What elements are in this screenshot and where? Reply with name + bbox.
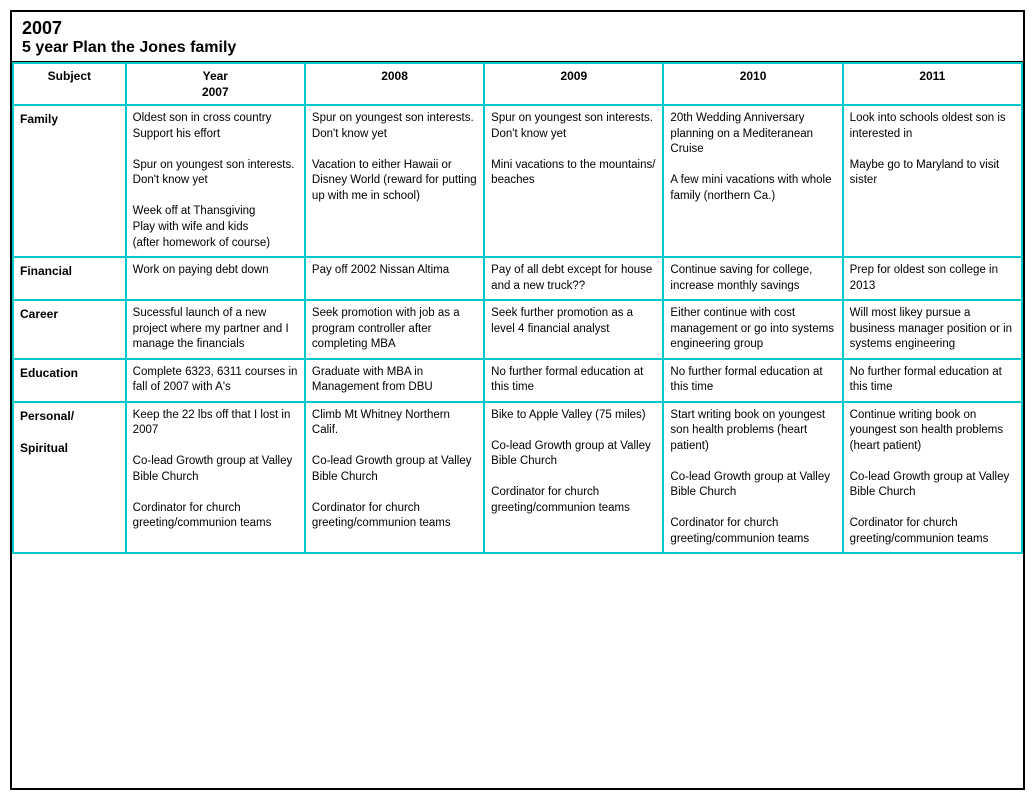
cell-row0-col0: Oldest son in cross country Support his …: [126, 105, 305, 257]
year-label-2007: Year2007: [202, 69, 229, 99]
subject-label: Subject: [48, 69, 91, 83]
cell-row3-col0: Complete 6323, 6311 courses in fall of 2…: [126, 359, 305, 402]
page-subtitle: 5 year Plan the Jones family: [22, 39, 1013, 57]
cell-row0-col4: Look into schools oldest son is interest…: [843, 105, 1022, 257]
subject-cell-2: Career: [13, 300, 126, 359]
cell-row0-col3: 20th Wedding Anniversary planning on a M…: [663, 105, 842, 257]
cell-row4-col2: Bike to Apple Valley (75 miles) Co-lead …: [484, 402, 663, 554]
cell-row2-col1: Seek promotion with job as a program con…: [305, 300, 484, 359]
page-container: 2007 5 year Plan the Jones family Subjec…: [10, 10, 1025, 790]
cell-row1-col0: Work on paying debt down: [126, 257, 305, 300]
year-header-2011: 2011: [843, 63, 1022, 105]
cell-row3-col1: Graduate with MBA in Management from DBU: [305, 359, 484, 402]
table-row: EducationComplete 6323, 6311 courses in …: [13, 359, 1022, 402]
cell-row3-col3: No further formal education at this time: [663, 359, 842, 402]
cell-row3-col2: No further formal education at this time: [484, 359, 663, 402]
year-label-2011: 2011: [919, 69, 945, 83]
subject-header: Subject: [13, 63, 126, 105]
plan-table: Subject Year2007 2008 2009 2010 2011: [12, 62, 1023, 554]
year-header-2008: 2008: [305, 63, 484, 105]
cell-row1-col4: Prep for oldest son college in 2013: [843, 257, 1022, 300]
year-label-2010: 2010: [740, 69, 767, 83]
cell-row4-col3: Start writing book on youngest son healt…: [663, 402, 842, 554]
year-label-2008: 2008: [381, 69, 408, 83]
cell-row1-col2: Pay of all debt except for house and a n…: [484, 257, 663, 300]
cell-row4-col4: Continue writing book on youngest son he…: [843, 402, 1022, 554]
cell-row0-col2: Spur on youngest son interests. Don't kn…: [484, 105, 663, 257]
cell-row4-col0: Keep the 22 lbs off that I lost in 2007 …: [126, 402, 305, 554]
cell-row0-col1: Spur on youngest son interests. Don't kn…: [305, 105, 484, 257]
year-header-2009: 2009: [484, 63, 663, 105]
cell-row2-col2: Seek further promotion as a level 4 fina…: [484, 300, 663, 359]
year-header-2010: 2010: [663, 63, 842, 105]
subject-cell-0: Family: [13, 105, 126, 257]
page-header: 2007 5 year Plan the Jones family: [12, 12, 1023, 62]
subject-cell-1: Financial: [13, 257, 126, 300]
table-row: CareerSucessful launch of a new project …: [13, 300, 1022, 359]
table-row: FamilyOldest son in cross country Suppor…: [13, 105, 1022, 257]
subject-cell-3: Education: [13, 359, 126, 402]
cell-row4-col1: Climb Mt Whitney Northern Calif. Co-lead…: [305, 402, 484, 554]
year-label-2009: 2009: [560, 69, 587, 83]
table-row: Personal/ SpiritualKeep the 22 lbs off t…: [13, 402, 1022, 554]
table-row: FinancialWork on paying debt downPay off…: [13, 257, 1022, 300]
page-title: 2007: [22, 18, 1013, 39]
cell-row2-col4: Will most likey pursue a business manage…: [843, 300, 1022, 359]
year-header-2007: Year2007: [126, 63, 305, 105]
header-row: Subject Year2007 2008 2009 2010 2011: [13, 63, 1022, 105]
cell-row1-col1: Pay off 2002 Nissan Altima: [305, 257, 484, 300]
cell-row3-col4: No further formal education at this time: [843, 359, 1022, 402]
cell-row2-col3: Either continue with cost management or …: [663, 300, 842, 359]
subject-cell-4: Personal/ Spiritual: [13, 402, 126, 554]
cell-row2-col0: Sucessful launch of a new project where …: [126, 300, 305, 359]
cell-row1-col3: Continue saving for college, increase mo…: [663, 257, 842, 300]
